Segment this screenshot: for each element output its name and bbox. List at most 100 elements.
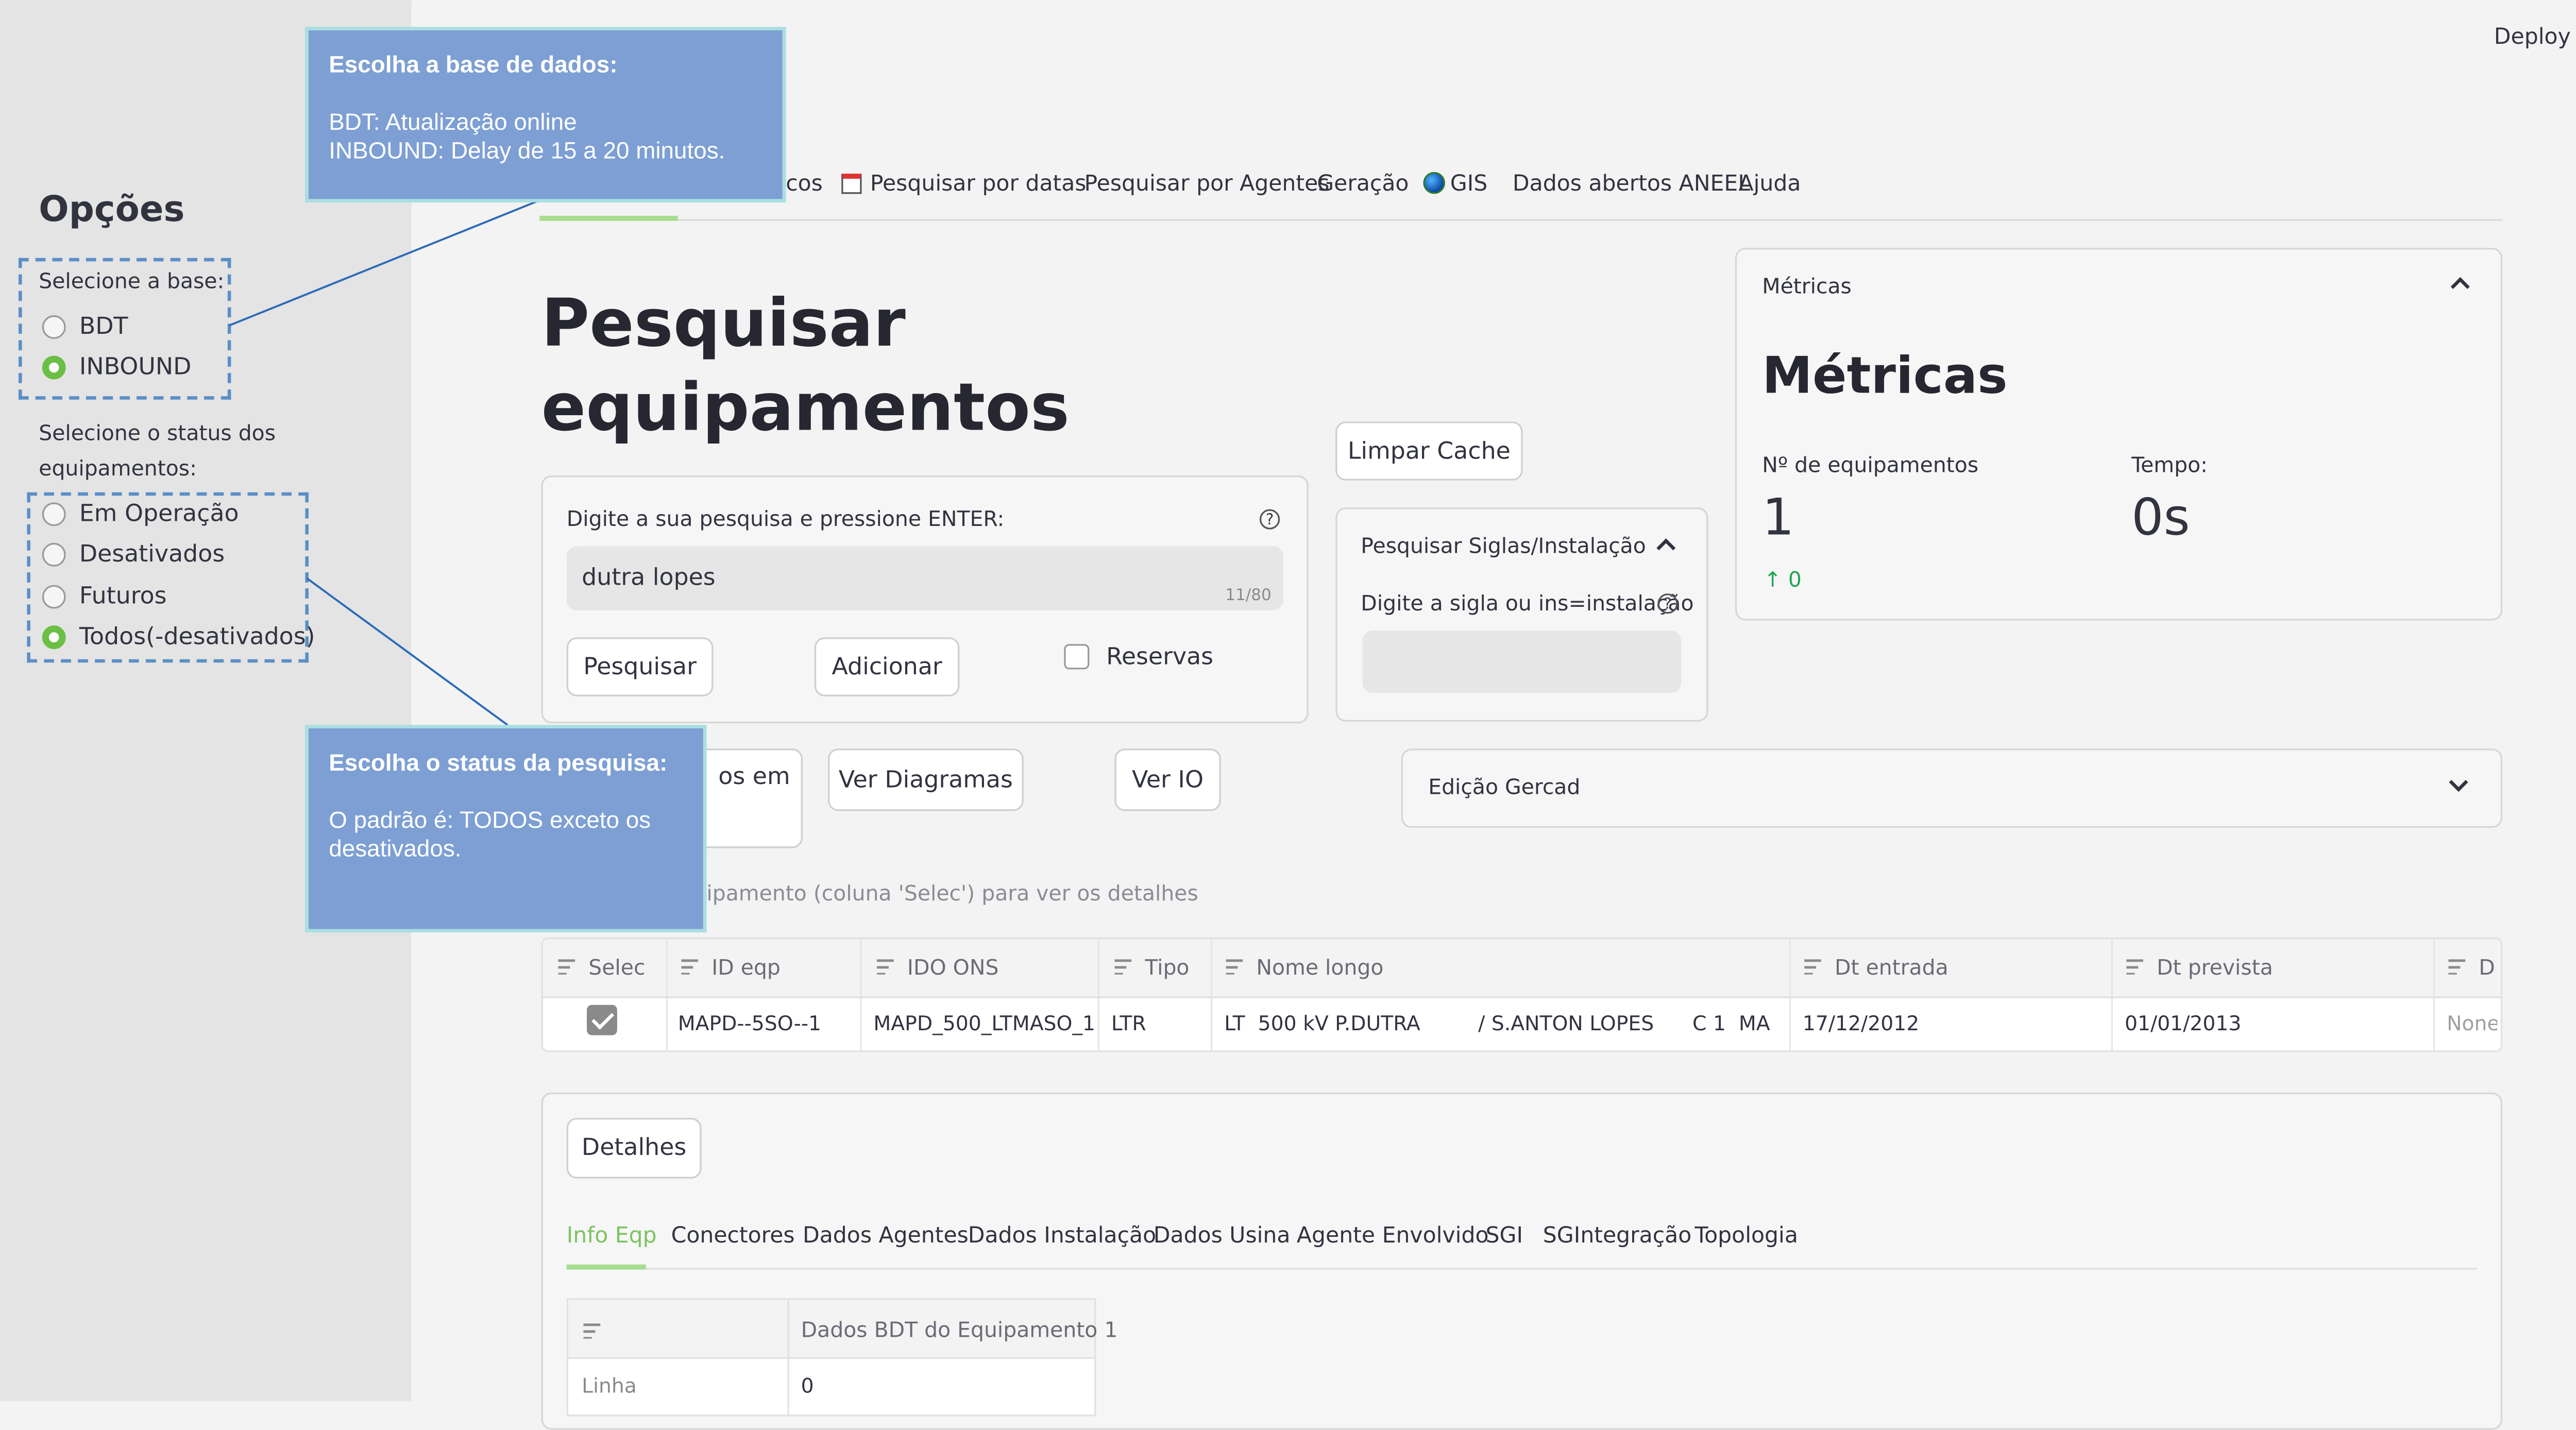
hint-text: ipamento (coluna 'Selec') para ver os de… [706,880,1198,906]
details-button[interactable]: Detalhes [566,1117,702,1179]
nav-item-geracao[interactable]: Geração [1317,172,1409,197]
tab-dados-usina[interactable]: Dados Usina [1154,1224,1291,1249]
col-header-id-eqp[interactable]: ID eqp [681,955,781,980]
col-header-ido-ons[interactable]: IDO ONS [876,955,998,980]
radio-circle [42,585,66,609]
metric-equip-delta: ↑ 0 [1764,567,1802,592]
radio-status-em-operacao[interactable]: Em Operação [42,501,239,527]
metric-time-value: 0s [2131,489,2190,548]
metrics-expander-title[interactable]: Métricas [1762,273,1852,298]
arrow-up-icon: ↑ [1764,566,1788,592]
callout-base-line1: BDT: Atualização online [329,108,577,135]
col-header-tipo[interactable]: Tipo [1114,955,1189,980]
reserve-label: Reservas [1106,644,1214,671]
callout-base-line2: INBOUND: Delay de 15 a 20 minutos. [329,137,725,164]
col-header-dt-prevista[interactable]: Dt prevista [2126,955,2273,980]
details-row-value: 0 [801,1374,814,1398]
nav-item-dados-abertos[interactable]: Dados abertos ANEEL [1513,172,1750,197]
radio-status-todos[interactable]: Todos(-desativados) [42,624,315,651]
tabs-divider [566,1268,2478,1270]
search-input-value: dutra lopes [582,565,716,592]
view-diagrams-button[interactable]: Ver Diagramas [828,748,1024,811]
tab-sgi[interactable]: SGI [1486,1224,1523,1249]
cell-dt-prevista: 01/01/2013 [2124,1011,2242,1035]
metrics-heading: Métricas [1762,347,2008,406]
metrics-expander [1735,248,2503,621]
tab-topologia[interactable]: Topologia [1694,1224,1798,1249]
tab-dados-instalacao[interactable]: Dados Instalação [968,1224,1156,1249]
radio-base-inbound[interactable]: INBOUND [42,354,192,381]
tab-dados-agentes[interactable]: Dados Agentes [803,1224,969,1249]
tab-active-indicator [566,1264,646,1270]
help-icon[interactable]: ? [1657,593,1678,614]
cell-ido-ons: MAPD_500_LTMASO_1 [873,1011,1096,1035]
nav-item-pesquisar-datas[interactable]: Pesquisar por datas [841,172,1087,197]
radio-circle [42,502,66,526]
tab-info-eqp[interactable]: Info Eqp [567,1224,657,1249]
radio-circle-selected [42,355,66,380]
callout-status-title: Escolha o status da pesquisa: [329,748,668,776]
metric-equip-label: Nº de equipamentos [1762,452,1979,478]
reserve-checkbox[interactable] [1064,644,1090,670]
view-io-button[interactable]: Ver IO [1114,748,1221,811]
callout-base-title: Escolha a base de dados: [329,50,618,78]
radio-base-bdt[interactable]: BDT [42,314,128,341]
globe-icon [1423,172,1445,194]
nav-active-indicator [539,215,678,221]
clear-cache-button[interactable]: Limpar Cache [1335,421,1523,481]
nav-item-pesquisar-agentes[interactable]: Pesquisar por Agentes [1084,172,1330,197]
radio-label: Futuros [79,583,167,610]
row-select-checkbox[interactable] [587,1005,617,1035]
column-edit-icon [1804,959,1825,975]
search-label: Digite a sua pesquisa e pressione ENTER: [566,505,1005,531]
callout-status: Escolha o status da pesquisa: O padrão é… [305,725,707,932]
metric-equip-value: 1 [1762,489,1794,548]
tab-conectores[interactable]: Conectores [671,1224,795,1249]
radio-status-desativados[interactable]: Desativados [42,541,225,568]
details-col-header[interactable]: Dados BDT do Equipamento 1 [801,1317,1118,1342]
radio-status-futuros[interactable]: Futuros [42,583,167,610]
column-edit-icon [1226,959,1246,975]
radio-circle-selected [42,625,66,650]
radio-label: INBOUND [79,354,192,381]
col-header-truncated[interactable]: D [2448,955,2499,980]
column-edit-icon [876,959,897,975]
siglas-label: Digite a sigla ou ins=instalação [1361,590,1694,616]
column-edit-icon [583,1323,604,1339]
siglas-title[interactable]: Pesquisar Siglas/Instalação [1361,533,1646,558]
status-label-line1: Selecione o status dos [39,419,276,446]
details-table [566,1298,1096,1417]
deploy-button[interactable]: Deploy [2494,25,2571,50]
search-button[interactable]: Pesquisar [566,637,714,696]
help-icon[interactable]: ? [1259,509,1280,530]
metric-time-label: Tempo: [2131,452,2208,478]
delta-value: 0 [1788,566,1802,592]
search-char-counter: 11/80 [1225,587,1272,606]
search-input[interactable]: dutra lopes 11/80 [566,546,1283,610]
siglas-input[interactable] [1362,631,1682,693]
col-header-dt-entrada[interactable]: Dt entrada [1804,955,1948,980]
add-button[interactable]: Adicionar [814,637,960,696]
nav-item-gis[interactable]: GIS [1423,172,1487,197]
column-edit-icon [681,959,702,975]
tab-sgintegracao[interactable]: SGIntegração [1543,1224,1691,1249]
col-header-selec[interactable]: Selec [558,955,645,980]
page-title-line2: equipamentos [541,371,1070,447]
column-edit-icon [2448,959,2469,975]
cell-nome-longo: LT 500 kV P.DUTRA / S.ANTON LOPES C 1 MA [1224,1011,1770,1035]
page-title-line1: Pesquisar [541,286,906,363]
nav-item-partial[interactable]: cos [786,172,823,197]
column-edit-icon [1114,959,1135,975]
callout-base: Escolha a base de dados: BDT: Atualizaçã… [305,27,786,202]
column-edit-icon [2126,959,2147,975]
nav-label: GIS [1450,172,1488,197]
radio-circle [42,315,66,339]
gercad-title[interactable]: Edição Gercad [1428,774,1580,799]
tab-agente-envolvido[interactable]: Agente Envolvido [1297,1224,1489,1249]
nav-label: Pesquisar por datas [870,172,1087,197]
nav-item-ajuda[interactable]: Ajuda [1738,172,1801,197]
col-header-nome-longo[interactable]: Nome longo [1226,955,1383,980]
sidebar-title: Opções [39,189,185,230]
sidebar: Opções Selecione a base: BDT INBOUND Sel… [0,0,412,1401]
radio-label: Todos(-desativados) [79,624,315,651]
